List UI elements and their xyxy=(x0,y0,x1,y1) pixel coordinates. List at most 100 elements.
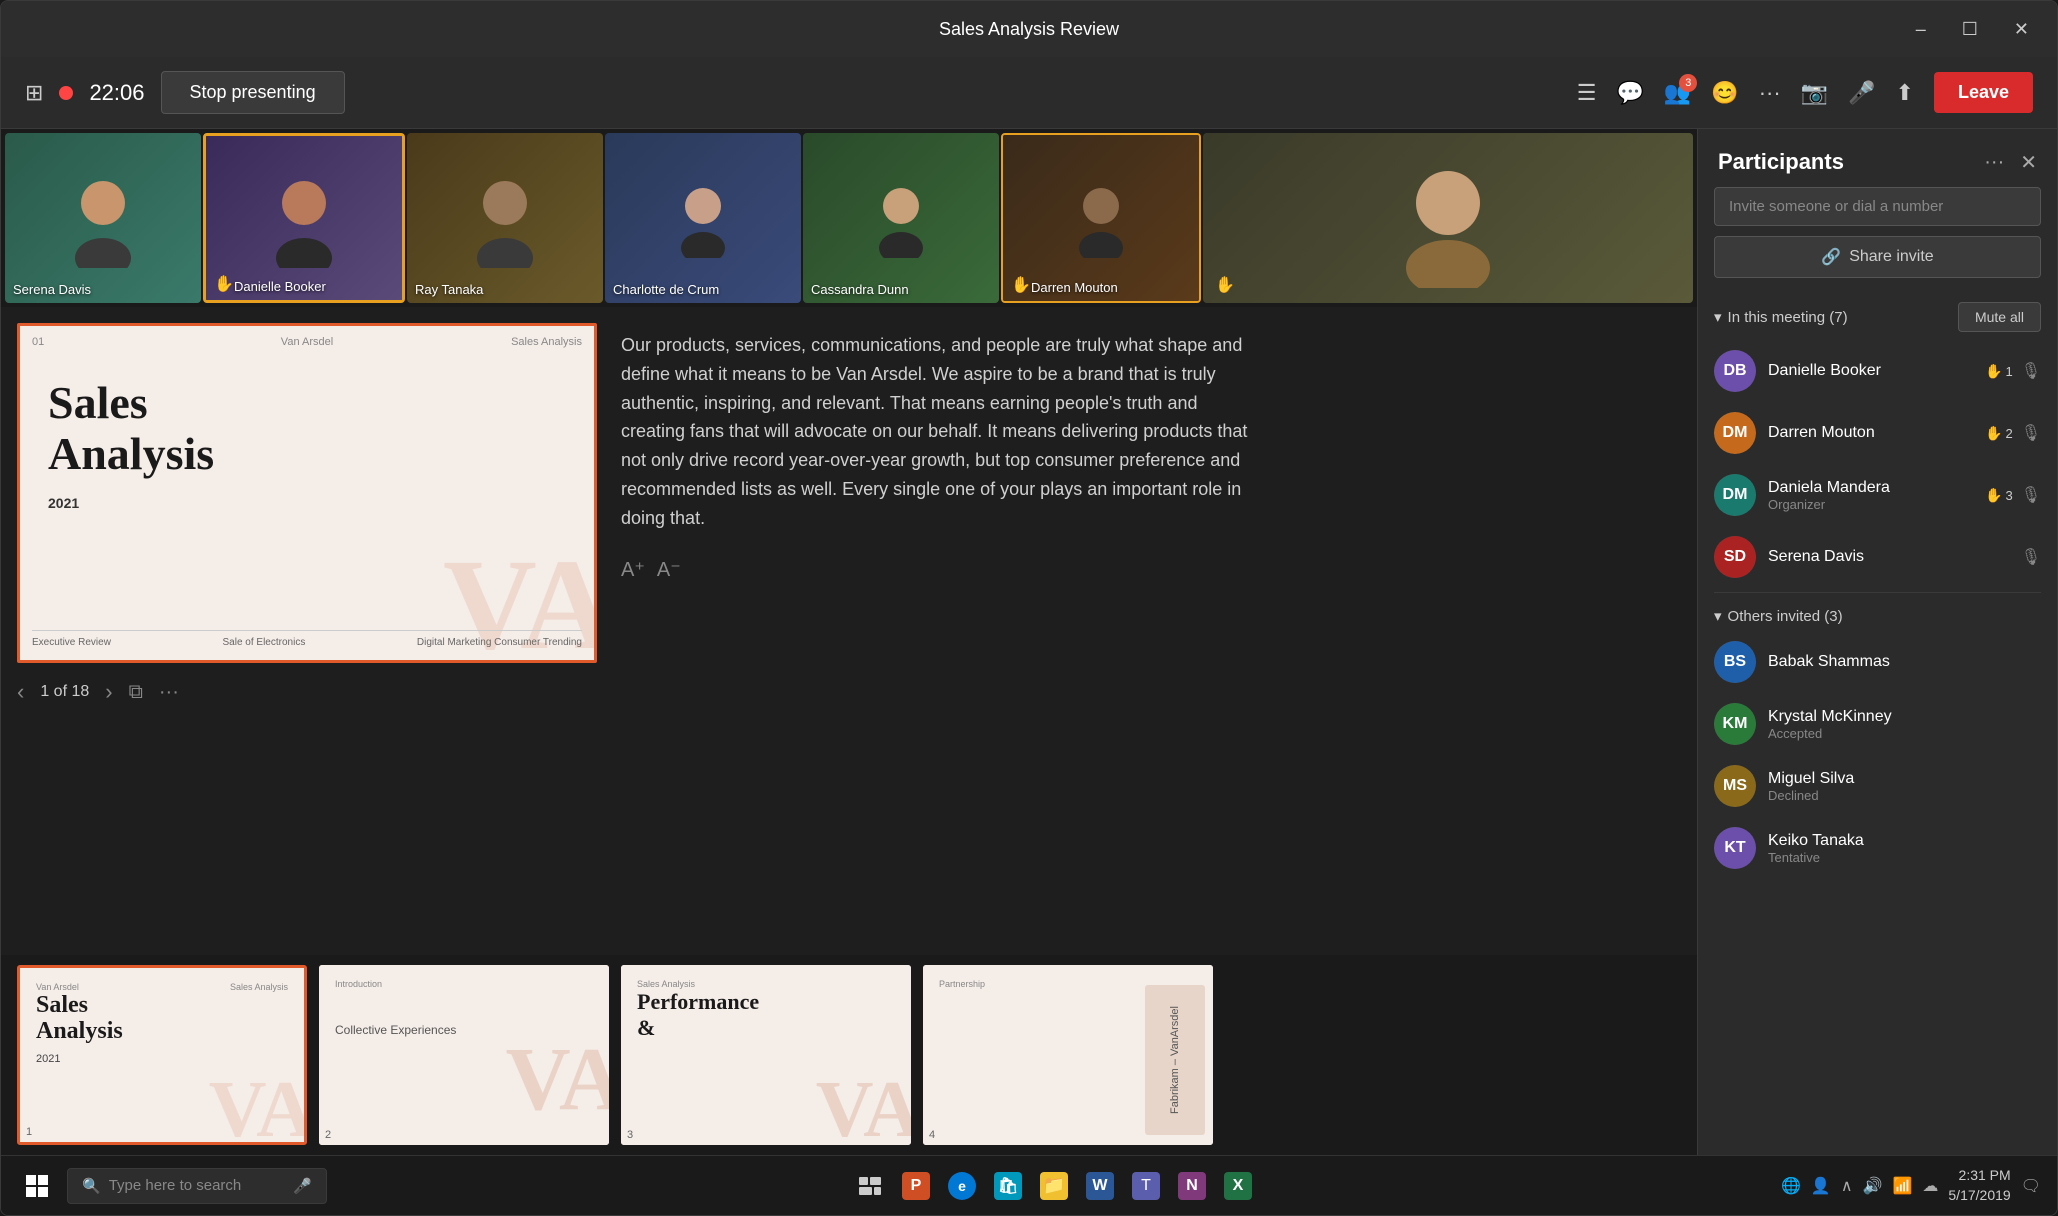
mute-all-button[interactable]: Mute all xyxy=(1958,302,2041,332)
taskbar: 🔍 Type here to search 🎤 P e 🛍 xyxy=(1,1155,2057,1215)
video-tile-darren[interactable]: ✋ Darren Mouton xyxy=(1001,133,1201,303)
slide-notes: Our products, services, communications, … xyxy=(621,323,1681,939)
thumbnail-1[interactable]: Van ArsdelSales Analysis SalesAnalysis 2… xyxy=(17,965,307,1145)
taskbar-app-onenote[interactable]: N xyxy=(1172,1166,1212,1206)
participant-item-krystal[interactable]: KM Krystal McKinney Accepted xyxy=(1698,693,2057,755)
slide-footer-2: Sale of Electronics xyxy=(223,637,306,648)
video-tile-name-serena: Serena Davis xyxy=(13,282,91,297)
avatar-keiko: KT xyxy=(1714,827,1756,869)
participant-info-krystal: Krystal McKinney Accepted xyxy=(1768,708,2041,741)
taskbar-app-explorer[interactable]: 📁 xyxy=(1034,1166,1074,1206)
video-tile-danielle[interactable]: ✋ Danielle Booker xyxy=(203,133,405,303)
reaction-button[interactable]: 😊 xyxy=(1711,80,1738,106)
participant-name-danielle: Danielle Booker xyxy=(1768,362,1973,380)
mic-icon-danielle[interactable]: 🎙 xyxy=(2021,361,2041,381)
chevron-up-taskbar-icon[interactable]: ∧ xyxy=(1841,1176,1853,1196)
text-size-controls: A⁺ A⁻ xyxy=(621,557,1681,582)
recording-indicator xyxy=(59,86,73,100)
video-tile-main[interactable]: ✋ xyxy=(1203,133,1693,303)
participant-name-serena: Serena Davis xyxy=(1768,548,2009,566)
participant-item-serena[interactable]: SD Serena Davis 🎙 xyxy=(1698,526,2057,588)
camera-button[interactable]: 📷 xyxy=(1801,80,1828,106)
thumbnail-3[interactable]: Sales Analysis Performance& VA 3 xyxy=(621,965,911,1145)
volume-icon[interactable]: 🔊 xyxy=(1863,1176,1883,1196)
taskbar-app-teams[interactable]: T xyxy=(1126,1166,1166,1206)
participant-item-miguel[interactable]: MS Miguel Silva Declined xyxy=(1698,755,2057,817)
participant-item-darren[interactable]: DM Darren Mouton ✋ 2 🎙 xyxy=(1698,402,2057,464)
taskbar-app-word[interactable]: W xyxy=(1080,1166,1120,1206)
participant-actions-darren: ✋ 2 🎙 xyxy=(1985,423,2041,443)
title-bar-controls: – ☐ ✕ xyxy=(1908,15,2037,44)
hand-badge-daniela: ✋ 3 xyxy=(1985,487,2013,504)
taskbar-search[interactable]: 🔍 Type here to search 🎤 xyxy=(67,1168,327,1204)
others-invited-title[interactable]: ▾ Others invited (3) xyxy=(1714,607,1843,625)
share-invite-button[interactable]: 🔗 Share invite xyxy=(1714,236,2041,278)
close-button[interactable]: ✕ xyxy=(2006,15,2037,44)
participant-item-daniela[interactable]: DM Daniela Mandera Organizer ✋ 3 🎙 xyxy=(1698,464,2057,526)
mic-icon-darren[interactable]: 🎙 xyxy=(2021,423,2041,443)
participants-panel: Participants ··· ✕ 🔗 Share invite ▾ In t… xyxy=(1697,129,2057,1155)
slide-more-button[interactable]: ··· xyxy=(159,681,179,704)
thumbnail-4[interactable]: Partnership Fabrikam – VanArsdel 4 xyxy=(923,965,1213,1145)
participant-item-keiko[interactable]: KT Keiko Tanaka Tentative xyxy=(1698,817,2057,879)
thumb-3-number: 3 xyxy=(627,1129,633,1141)
search-icon: 🔍 xyxy=(82,1177,101,1195)
video-tile-cassandra[interactable]: Cassandra Dunn xyxy=(803,133,999,303)
mic-search-icon[interactable]: 🎤 xyxy=(293,1177,312,1195)
panel-more-button[interactable]: ··· xyxy=(1984,151,2004,174)
wifi-icon: 📶 xyxy=(1892,1176,1912,1196)
microphone-button[interactable]: 🎤 xyxy=(1848,80,1875,106)
slide-main-title: SalesAnalysis xyxy=(48,378,566,479)
video-tile-serena[interactable]: Serena Davis xyxy=(5,133,201,303)
taskbar-app-excel[interactable]: X xyxy=(1218,1166,1258,1206)
video-tile-charlotte[interactable]: Charlotte de Crum xyxy=(605,133,801,303)
more-options-button[interactable]: ☰ xyxy=(1577,80,1597,106)
prev-slide-button[interactable]: ‹ xyxy=(17,679,24,705)
avatar-krystal: KM xyxy=(1714,703,1756,745)
increase-text-button[interactable]: A⁺ xyxy=(621,557,645,582)
in-meeting-title[interactable]: ▾ In this meeting (7) xyxy=(1714,308,1848,326)
thumbnail-strip: Van ArsdelSales Analysis SalesAnalysis 2… xyxy=(1,955,1697,1155)
layout-grid-button[interactable]: ⊞ xyxy=(25,80,43,106)
taskview-button[interactable] xyxy=(850,1166,890,1206)
decrease-text-button[interactable]: A⁻ xyxy=(657,557,681,582)
others-invited-header: ▾ Others invited (3) xyxy=(1698,597,2057,631)
panel-close-button[interactable]: ✕ xyxy=(2020,150,2037,175)
minimize-button[interactable]: – xyxy=(1908,15,1934,44)
share-screen-button[interactable]: ⬆ xyxy=(1896,80,1914,106)
avatar-inner-serena: SD xyxy=(1714,536,1756,578)
taskbar-app-powerpoint[interactable]: P xyxy=(896,1166,936,1206)
maximize-button[interactable]: ☐ xyxy=(1954,15,1986,44)
onedrive-icon: ☁ xyxy=(1922,1176,1938,1196)
slide-footer-3: Digital Marketing Consumer Trending xyxy=(417,637,582,648)
network-icon: 🌐 xyxy=(1781,1176,1801,1196)
notification-icon[interactable]: 🗨 xyxy=(2021,1176,2041,1196)
in-meeting-label: In this meeting (7) xyxy=(1728,309,1848,326)
thumb-1-number: 1 xyxy=(26,1126,32,1138)
taskbar-app-edge[interactable]: e xyxy=(942,1166,982,1206)
participant-info-daniela: Daniela Mandera Organizer xyxy=(1768,479,1973,512)
more-menu-button[interactable]: ··· xyxy=(1759,80,1781,106)
participant-info-danielle: Danielle Booker xyxy=(1768,362,1973,380)
invite-input[interactable] xyxy=(1714,187,2041,226)
start-button[interactable] xyxy=(17,1166,57,1206)
hand-count-darren: 2 xyxy=(2005,426,2012,441)
share-icon: 🔗 xyxy=(1821,247,1841,267)
taskbar-clock[interactable]: 2:31 PM 5/17/2019 xyxy=(1948,1166,2010,1205)
mic-icon-daniela[interactable]: 🎙 xyxy=(2021,485,2041,505)
chat-button[interactable]: 💬 xyxy=(1617,80,1644,106)
video-tile-ray[interactable]: Ray Tanaka xyxy=(407,133,603,303)
participant-item-babak[interactable]: BS Babak Shammas xyxy=(1698,631,2057,693)
taskbar-app-store[interactable]: 🛍 xyxy=(988,1166,1028,1206)
participants-button[interactable]: 👥 3 xyxy=(1664,80,1691,106)
leave-button[interactable]: Leave xyxy=(1934,72,2033,113)
avatar-daniela: DM xyxy=(1714,474,1756,516)
stop-presenting-button[interactable]: Stop presenting xyxy=(161,71,345,114)
video-tile-hand-main: ✋ xyxy=(1215,275,1235,295)
mic-icon-serena[interactable]: 🎙 xyxy=(2021,547,2041,567)
avatar-inner-miguel: MS xyxy=(1714,765,1756,807)
slide-thumbnail-toggle[interactable]: ⧉ xyxy=(129,681,143,704)
thumbnail-2[interactable]: Introduction VA Collective Experiences 2 xyxy=(319,965,609,1145)
next-slide-button[interactable]: › xyxy=(105,679,112,705)
participant-item-danielle[interactable]: DB Danielle Booker ✋ 1 🎙 xyxy=(1698,340,2057,402)
